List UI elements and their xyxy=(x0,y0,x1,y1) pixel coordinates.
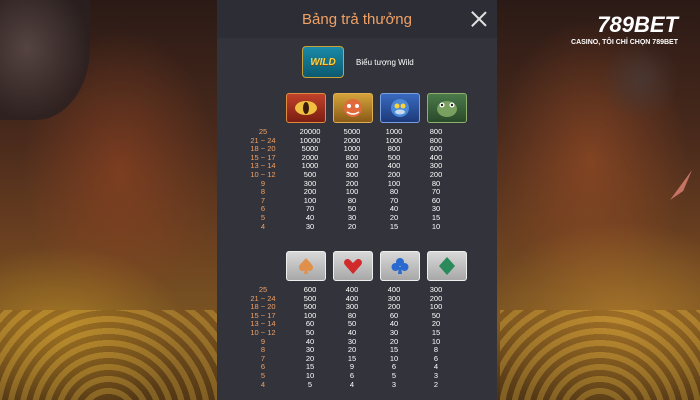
paytable-panel: Bảng trả thưởng WILD Biểu tượng Wild 25 … xyxy=(217,0,497,400)
paytable-row: 6 70 50 40 30 xyxy=(237,205,457,214)
card-symbols-paytable: 25 600 400 400 300 21 ~ 24 500 400 300 200 18 ~ 20… xyxy=(237,285,457,390)
heart-icon xyxy=(333,251,373,281)
payout-value: 10 xyxy=(431,221,441,231)
green-dragon-icon xyxy=(427,93,467,123)
paytable-row: 8 200 100 80 70 xyxy=(237,188,457,197)
symbol-count: 4 xyxy=(260,379,266,389)
brand-logo-text: 789BET xyxy=(571,12,678,38)
blue-dragon-icon xyxy=(380,93,420,123)
background-coins-left xyxy=(0,310,217,400)
paytable-header: Bảng trả thưởng xyxy=(217,0,497,38)
payout-value: 30 xyxy=(305,221,315,231)
brand-tagline: CASINO, TÔI CHỈ CHỌN 789BET xyxy=(571,39,678,46)
high-symbols-paytable: 25 20000 5000 1000 800 21 ~ 24 10000 2000 1000 80… xyxy=(237,127,457,232)
wild-symbol-icon: WILD xyxy=(302,46,344,78)
payout-value: 15 xyxy=(389,221,399,231)
brand-name-main: 789 xyxy=(597,12,634,37)
payout-value: 2 xyxy=(433,379,439,389)
payout-value: 3 xyxy=(391,379,397,389)
paytable-row: 9 40 30 20 10 xyxy=(237,337,457,347)
brand-logo: 789BET CASINO, TÔI CHỈ CHỌN 789BET xyxy=(571,12,678,46)
wild-symbol-row: WILD Biểu tượng Wild xyxy=(302,46,414,78)
wild-icon-text: WILD xyxy=(310,56,336,68)
paytable-row: 5 10 6 5 3 xyxy=(237,371,457,381)
paytable-row: 4 5 4 3 2 xyxy=(237,379,457,390)
background-rock-right xyxy=(600,40,680,120)
spade-icon xyxy=(286,251,326,281)
paytable-row: 10 ~ 12 50 40 30 15 xyxy=(237,328,457,338)
symbol-count: 4 xyxy=(260,221,266,231)
payout-value: 20 xyxy=(347,221,357,231)
paytable-row: 8 30 20 15 8 xyxy=(237,346,457,355)
payout-value: 4 xyxy=(349,379,355,389)
background-coins-right xyxy=(500,310,700,400)
orange-dragon-icon xyxy=(333,93,373,123)
red-dragon-icon xyxy=(286,93,326,123)
diamond-icon xyxy=(427,251,467,281)
high-symbols-row xyxy=(286,93,467,123)
club-icon xyxy=(380,251,420,281)
brand-name-accent: BET xyxy=(634,12,678,37)
card-symbols-row xyxy=(286,251,467,281)
background-rock xyxy=(0,0,90,120)
paytable-row: 4 30 20 15 10 xyxy=(237,221,457,232)
paytable-title: Bảng trả thưởng xyxy=(302,10,412,28)
close-button[interactable] xyxy=(471,11,487,27)
paytable-body: WILD Biểu tượng Wild 25 20000 5000 1000 800 2… xyxy=(217,38,497,400)
wild-symbol-label: Biểu tượng Wild xyxy=(356,57,414,67)
paytable-row: 7 20 15 10 6 xyxy=(237,354,457,364)
paytable-row: 5 40 30 20 15 xyxy=(237,213,457,223)
payout-value: 5 xyxy=(307,379,313,389)
background-dragon-horn xyxy=(670,170,692,200)
paytable-row: 6 15 9 6 4 xyxy=(237,363,457,372)
paytable-row: 7 100 80 70 60 xyxy=(237,196,457,206)
